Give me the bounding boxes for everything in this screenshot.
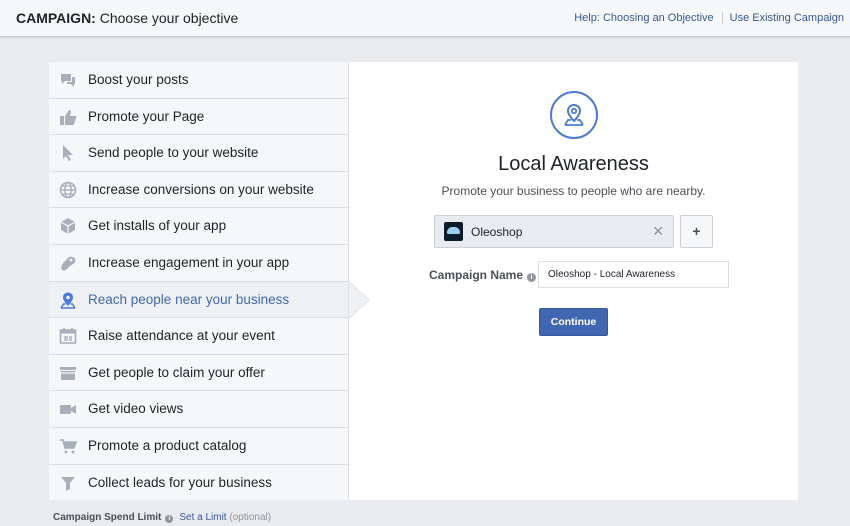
page-title: CAMPAIGN: Choose your objective (16, 10, 238, 26)
objective-video-views[interactable]: Get video views (49, 391, 348, 428)
objective-local-awareness[interactable]: Reach people near your business (49, 281, 348, 319)
posts-icon (59, 71, 77, 89)
objective-label: Get video views (88, 401, 184, 417)
objective-website-conversions[interactable]: Increase conversions on your website (49, 172, 348, 209)
objective-label: Boost your posts (88, 72, 189, 87)
spend-limit-label: Campaign Spend Limit (53, 512, 162, 523)
objective-app-engagement[interactable]: Increase engagement in your app (49, 245, 348, 282)
calendar-icon (59, 327, 77, 345)
objective-label: Raise attendance at your event (88, 328, 275, 344)
objective-product-catalog[interactable]: Promote a product catalog (49, 428, 348, 465)
campaign-name-label: Campaign Name i (429, 268, 537, 282)
selection-arrow (349, 282, 369, 318)
cursor-icon (59, 144, 77, 162)
thumbs-up-icon (59, 108, 77, 126)
page-avatar (444, 222, 463, 241)
page-name: Oleoshop (471, 225, 523, 239)
map-pin-icon (550, 91, 598, 139)
info-icon[interactable]: i (527, 273, 537, 282)
objective-title: Local Awareness (498, 153, 649, 175)
objective-event-responses[interactable]: Raise attendance at your event (49, 318, 348, 355)
objective-label: Get installs of your app (88, 218, 227, 234)
objective-lead-generation[interactable]: Collect leads for your business (49, 465, 348, 502)
gamepad-icon (59, 254, 77, 272)
set-limit-link[interactable]: Set a Limit (179, 512, 226, 523)
continue-button[interactable]: Continue (539, 308, 608, 336)
info-icon[interactable]: i (165, 515, 174, 523)
help-link[interactable]: Help: Choosing an Objective (574, 12, 713, 24)
objective-list: Boost your posts Promote your Page Send … (49, 62, 349, 500)
objective-offer-claims[interactable]: Get people to claim your offer (49, 355, 348, 392)
objective-label: Reach people near your business (88, 291, 290, 307)
use-existing-campaign-link[interactable]: Use Existing Campaign (730, 12, 844, 24)
objective-label: Get people to claim your offer (88, 364, 265, 380)
top-bar: CAMPAIGN: Choose your objective Help: Ch… (0, 0, 850, 37)
objective-label: Send people to your website (88, 145, 259, 161)
objective-app-installs[interactable]: Get installs of your app (49, 208, 348, 245)
campaign-name-input[interactable] (538, 261, 729, 288)
campaign-spend-limit: Campaign Spend Limit i Set a Limit (option… (53, 512, 271, 523)
objective-label: Increase engagement in your app (88, 254, 290, 270)
title-bold: CAMPAIGN: (16, 10, 96, 26)
campaign-name-label-text: Campaign Name (429, 268, 524, 282)
objective-label: Promote your Page (88, 108, 205, 124)
link-divider (721, 12, 723, 24)
shopping-cart-icon (59, 437, 77, 455)
page-selector[interactable]: Oleoshop ✕ (434, 215, 674, 248)
funnel-icon (59, 474, 77, 492)
title-text: Choose your objective (95, 10, 239, 26)
objective-promote-page[interactable]: Promote your Page (49, 99, 348, 136)
offer-icon (59, 364, 77, 382)
box-icon (59, 217, 77, 235)
header-links: Help: Choosing an Objective Use Existing… (574, 12, 844, 24)
objective-description: Promote your business to people who are … (441, 184, 706, 198)
clear-page-icon[interactable]: ✕ (652, 224, 664, 238)
objective-label: Increase conversions on your website (88, 181, 314, 197)
add-page-button[interactable]: + (680, 215, 713, 248)
map-pin-icon (59, 291, 77, 309)
objective-website-clicks[interactable]: Send people to your website (49, 135, 348, 172)
video-camera-icon (59, 400, 77, 418)
objective-label: Promote a product catalog (88, 437, 247, 453)
objective-boost-posts[interactable]: Boost your posts (49, 62, 348, 99)
objective-label: Collect leads for your business (88, 474, 272, 490)
optional-text: (optional) (229, 512, 272, 523)
globe-icon (59, 181, 77, 199)
